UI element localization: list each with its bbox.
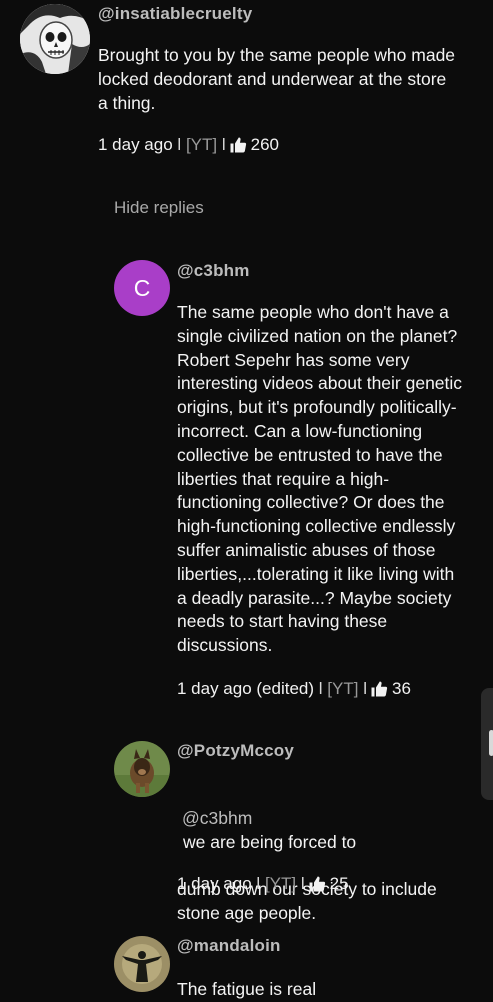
skull-avatar-icon bbox=[20, 4, 90, 74]
source-link[interactable]: [YT] bbox=[265, 874, 296, 894]
reply-text: @c3bhm we are being forced to dumb down … bbox=[177, 783, 437, 926]
reply-meta: 1 day ago l [YT] l 25 bbox=[177, 874, 349, 894]
hide-replies-button[interactable]: Hide replies bbox=[114, 198, 204, 218]
source-link[interactable]: [YT] bbox=[186, 135, 217, 155]
separator: l bbox=[177, 135, 182, 154]
reply-time: 1 day ago bbox=[177, 874, 252, 893]
mention-link[interactable]: @c3bhm bbox=[182, 808, 252, 828]
thumbs-up-icon[interactable] bbox=[308, 875, 326, 893]
comment-meta: 1 day ago l [YT] l 260 bbox=[98, 135, 279, 155]
like-count: 25 bbox=[329, 874, 349, 893]
separator: l bbox=[300, 874, 305, 893]
thumbs-up-icon[interactable] bbox=[229, 136, 247, 154]
comment-handle[interactable]: @insatiablecruelty bbox=[98, 4, 252, 24]
thumbs-up-icon[interactable] bbox=[370, 680, 388, 698]
separator: l bbox=[221, 135, 226, 154]
reply-time: 1 day ago (edited) bbox=[177, 679, 315, 698]
avatar-insatiablecruelty[interactable] bbox=[20, 4, 90, 74]
reply-handle[interactable]: @PotzyMccoy bbox=[177, 741, 294, 761]
reply-text: The fatigue is real bbox=[177, 979, 317, 999]
dog-avatar-icon bbox=[114, 741, 170, 797]
reply-handle[interactable]: @mandaloin bbox=[177, 936, 281, 956]
like-count: 36 bbox=[391, 679, 411, 698]
avatar-letter: C bbox=[133, 274, 151, 301]
reply-text: The same people who don't have a single … bbox=[177, 302, 463, 656]
reply-meta: 1 day ago (edited) l [YT] l 36 bbox=[177, 679, 411, 699]
scroll-grip[interactable] bbox=[489, 730, 493, 756]
source-link[interactable]: [YT] bbox=[327, 679, 358, 699]
like-count: 260 bbox=[250, 135, 279, 154]
avatar-mandaloin[interactable] bbox=[114, 936, 170, 992]
figure-avatar-icon bbox=[114, 936, 170, 992]
avatar-potzymccoy[interactable] bbox=[114, 741, 170, 797]
separator: l bbox=[363, 679, 367, 698]
avatar-c3bhm[interactable]: C bbox=[114, 260, 170, 316]
comment-text: Brought to you by the same people who ma… bbox=[98, 45, 456, 113]
scroll-handle[interactable] bbox=[481, 688, 493, 800]
comment-time: 1 day ago bbox=[98, 135, 173, 154]
separator: l bbox=[256, 874, 261, 893]
separator: l bbox=[318, 679, 323, 698]
reply-handle[interactable]: @c3bhm bbox=[177, 261, 250, 281]
reply-text-line: we are being forced to bbox=[183, 831, 357, 852]
